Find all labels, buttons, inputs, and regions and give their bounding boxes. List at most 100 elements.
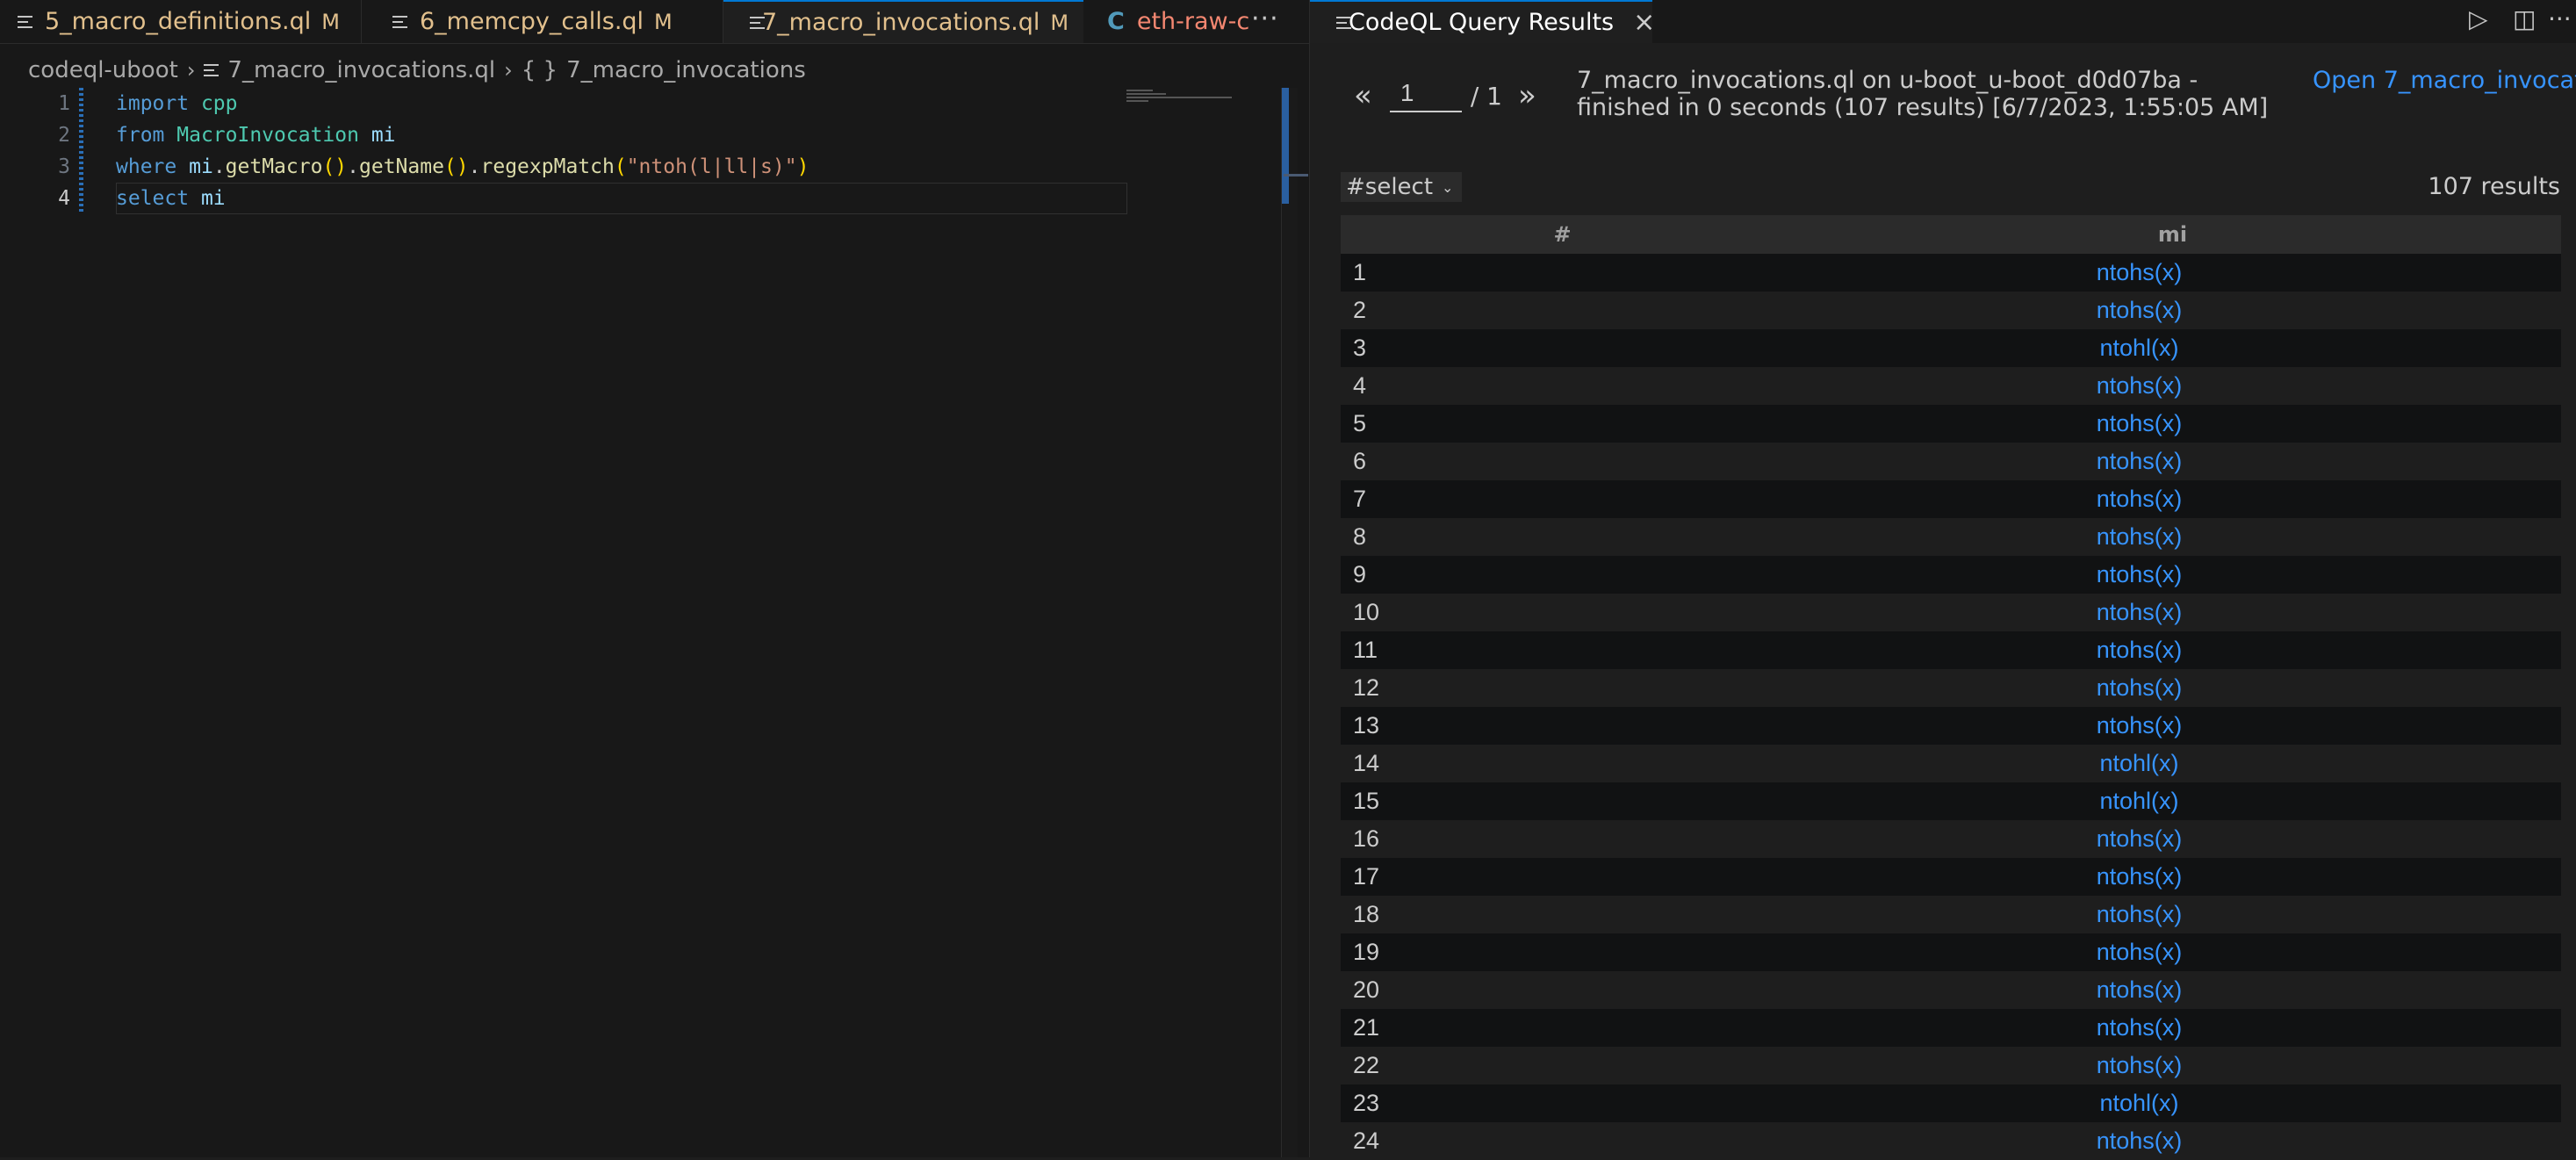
code-line[interactable]: 3 where mi.getMacro().getName().regexpMa… (0, 151, 1128, 183)
more-tabs-icon[interactable]: ··· (1251, 4, 1279, 34)
table-row: 6 ntohs(x) (1341, 443, 2561, 480)
macro-invocation-link[interactable]: ntohl(x) (1751, 750, 2528, 777)
macro-invocation-link[interactable]: ntohs(x) (1751, 448, 2528, 475)
editor-scroll-thumb[interactable] (1282, 88, 1289, 204)
variable: mi (371, 124, 396, 147)
table-header-row: # mi (1341, 215, 2561, 254)
tab-label: eth-raw-c (1136, 8, 1250, 35)
code-text: from MacroInvocation mi (116, 119, 396, 151)
parens: () (322, 155, 348, 178)
modified-indicator: M (1050, 10, 1069, 35)
code-line[interactable]: 1 import cpp (0, 88, 1128, 119)
macro-invocation-link[interactable]: ntohs(x) (1751, 561, 2528, 588)
line-number: 1 (58, 92, 70, 115)
modified-gutter (79, 88, 83, 119)
table-row: 15 ntohl(x) (1341, 782, 2561, 820)
next-page-button[interactable]: » (1518, 78, 1536, 113)
table-row: 23 ntohl(x) (1341, 1084, 2561, 1122)
macro-invocation-link[interactable]: ntohl(x) (1751, 788, 2528, 815)
table-row: 3 ntohl(x) (1341, 329, 2561, 367)
row-value-cell: ntohs(x) (1784, 594, 2561, 631)
close-icon[interactable]: × (1633, 9, 1655, 36)
open-query-link[interactable]: Open 7_macro_invocations.ql (2313, 67, 2576, 94)
c-language-icon: C (1107, 8, 1125, 35)
row-index: 3 (1341, 329, 1784, 367)
overview-ruler-mark (1284, 174, 1308, 177)
row-value-cell: ntohs(x) (1784, 1009, 2561, 1047)
table-row: 24 ntohs(x) (1341, 1122, 2561, 1160)
table-row: 7 ntohs(x) (1341, 480, 2561, 518)
macro-invocation-link[interactable]: ntohs(x) (1751, 1014, 2528, 1041)
row-value-cell: ntohl(x) (1784, 329, 2561, 367)
results-body: 1 ntohs(x) 2 ntohs(x) 3 ntohl(x) 4 ntohs(x) 5 nto… (1341, 254, 2561, 1160)
string-literal: "ntoh(l|ll|s)" (626, 155, 797, 178)
macro-invocation-link[interactable]: ntohs(x) (1751, 486, 2528, 513)
column-header-mi[interactable]: mi (1784, 215, 2561, 254)
more-actions-icon[interactable]: ··· (2548, 7, 2572, 32)
row-index: 23 (1341, 1084, 1784, 1122)
table-row: 13 ntohs(x) (1341, 707, 2561, 745)
macro-invocation-link[interactable]: ntohs(x) (1751, 637, 2528, 664)
page-number-input[interactable] (1389, 79, 1462, 112)
variable: mi (200, 187, 226, 210)
table-row: 11 ntohs(x) (1341, 631, 2561, 669)
macro-invocation-link[interactable]: ntohs(x) (1751, 712, 2528, 739)
macro-invocation-link[interactable]: ntohs(x) (1751, 901, 2528, 928)
row-value-cell: ntohs(x) (1784, 254, 2561, 292)
tab-6-memcpy-calls[interactable]: 6_memcpy_calls.ql M (362, 0, 723, 43)
function-name: getMacro (225, 155, 323, 178)
macro-invocation-link[interactable]: ntohs(x) (1751, 372, 2528, 400)
macro-invocation-link[interactable]: ntohs(x) (1751, 863, 2528, 890)
macro-invocation-link[interactable]: ntohl(x) (1751, 1090, 2528, 1117)
function-name: getName (359, 155, 444, 178)
split-editor-icon[interactable]: ◫ (2513, 7, 2536, 32)
code-text: import cpp (116, 88, 238, 119)
row-value-cell: ntohs(x) (1784, 707, 2561, 745)
table-row: 10 ntohs(x) (1341, 594, 2561, 631)
breadcrumb-symbol[interactable]: 7_macro_invocations (566, 57, 806, 83)
column-header-index[interactable]: # (1341, 215, 1784, 254)
row-value-cell: ntohs(x) (1784, 367, 2561, 405)
tab-7-macro-invocations[interactable]: 7_macro_invocations.ql M × (723, 0, 1107, 43)
row-value-cell: ntohs(x) (1784, 1122, 2561, 1160)
macro-invocation-link[interactable]: ntohs(x) (1751, 410, 2528, 437)
macro-invocation-link[interactable]: ntohs(x) (1751, 297, 2528, 324)
tab-5-macro-definitions[interactable]: 5_macro_definitions.ql M (0, 0, 362, 43)
table-row: 8 ntohs(x) (1341, 518, 2561, 556)
row-index: 18 (1341, 896, 1784, 933)
tab-eth-raw-c[interactable]: C eth-raw-c (1083, 0, 1250, 43)
editor-scrollbar[interactable] (1281, 88, 1298, 1157)
line-number: 2 (58, 124, 70, 147)
macro-invocation-link[interactable]: ntohl(x) (1751, 335, 2528, 362)
tab-codeql-query-results[interactable]: CodeQL Query Results × (1310, 0, 1655, 43)
macro-invocation-link[interactable]: ntohs(x) (1751, 674, 2528, 702)
results-tab-bar: CodeQL Query Results × ▷ ◫ ··· (1310, 0, 2576, 43)
run-icon[interactable]: ▷ (2469, 7, 2488, 32)
macro-invocation-link[interactable]: ntohs(x) (1751, 259, 2528, 286)
table-row: 16 ntohs(x) (1341, 820, 2561, 858)
breadcrumb-file[interactable]: 7_macro_invocations.ql (227, 57, 495, 83)
table-row: 4 ntohs(x) (1341, 367, 2561, 405)
code-editor[interactable]: 1 import cpp 2 from MacroInvocation mi 3… (0, 88, 1282, 1157)
macro-invocation-link[interactable]: ntohs(x) (1751, 939, 2528, 966)
macro-invocation-link[interactable]: ntohs(x) (1751, 599, 2528, 626)
row-index: 24 (1341, 1122, 1784, 1160)
row-value-cell: ntohs(x) (1784, 1047, 2561, 1084)
macro-invocation-link[interactable]: ntohs(x) (1751, 523, 2528, 551)
minimap[interactable] (1126, 88, 1276, 105)
code-line[interactable]: 2 from MacroInvocation mi (0, 119, 1128, 151)
macro-invocation-link[interactable]: ntohs(x) (1751, 825, 2528, 853)
code-text: where mi.getMacro().getName().regexpMatc… (116, 151, 809, 183)
table-row: 20 ntohs(x) (1341, 971, 2561, 1009)
breadcrumb-folder[interactable]: codeql-uboot (28, 57, 178, 83)
row-index: 2 (1341, 292, 1784, 329)
code-line-current[interactable]: 4 select mi (0, 183, 1128, 214)
macro-invocation-link[interactable]: ntohs(x) (1751, 1052, 2528, 1079)
prev-page-button[interactable]: « (1354, 78, 1372, 113)
result-set-select[interactable]: #select ⌄ (1341, 172, 1463, 202)
macro-invocation-link[interactable]: ntohs(x) (1751, 976, 2528, 1004)
macro-invocation-link[interactable]: ntohs(x) (1751, 1128, 2528, 1155)
line-number: 3 (58, 155, 70, 178)
row-index: 19 (1341, 933, 1784, 971)
row-index: 17 (1341, 858, 1784, 896)
